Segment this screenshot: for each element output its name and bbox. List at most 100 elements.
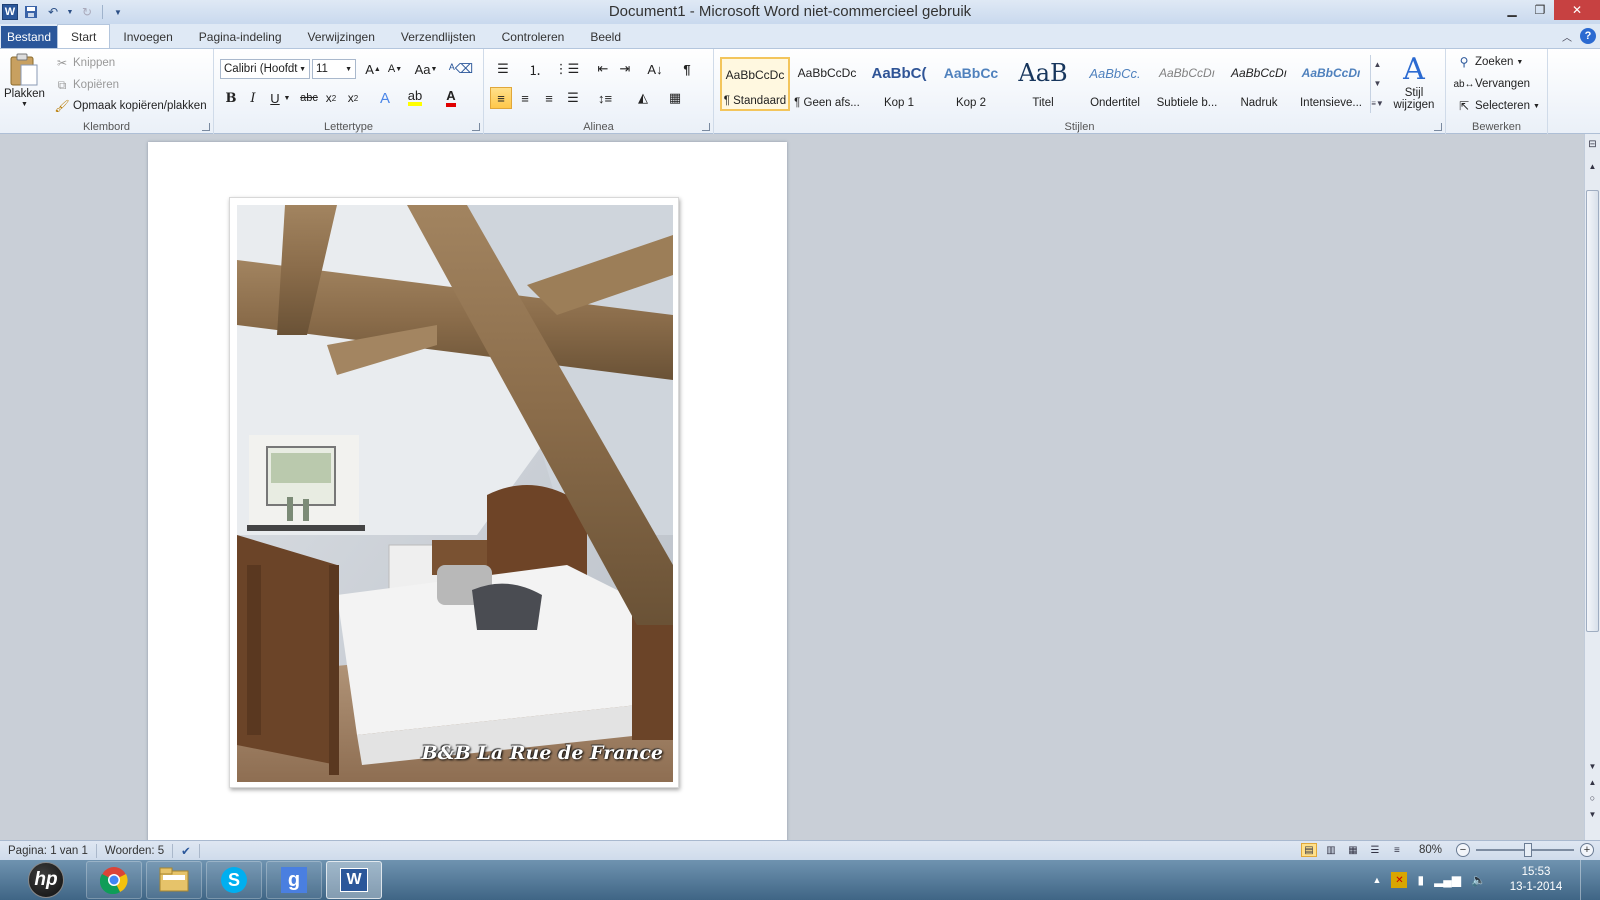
text-effects-icon[interactable]: A — [374, 87, 396, 109]
line-spacing-icon[interactable]: ↕≡ — [594, 87, 616, 109]
ruler-toggle-icon[interactable]: ⊟ — [1585, 136, 1600, 152]
gallery-up-icon[interactable]: ▲ — [1374, 60, 1382, 69]
find-dropdown-icon[interactable]: ▼ — [1516, 59, 1523, 66]
style-subtiele-benadrukking[interactable]: AaBbCcDı Subtiele b... — [1152, 57, 1222, 111]
scroll-down-icon[interactable]: ▼ — [1585, 758, 1600, 774]
paste-button[interactable]: Plakken ▼ — [4, 53, 45, 108]
format-painter-button[interactable]: 🖌 Opmaak kopiëren/plakken — [54, 98, 206, 114]
sort-icon[interactable]: A↓ — [644, 58, 666, 80]
subscript-icon[interactable]: x2 — [320, 87, 342, 109]
select-dropdown-icon[interactable]: ▼ — [1533, 103, 1540, 110]
word-icon[interactable]: W — [326, 861, 382, 899]
increase-indent-icon[interactable]: ⇥ — [614, 58, 636, 80]
battery-icon[interactable]: ▮ — [1417, 873, 1424, 887]
highlight-icon[interactable]: ab — [404, 87, 426, 109]
decrease-indent-icon[interactable]: ⇤ — [592, 58, 614, 80]
tab-page-layout[interactable]: Pagina-indeling — [186, 26, 295, 48]
clear-formatting-icon[interactable]: ᴬ⌫ — [449, 58, 473, 80]
security-icon[interactable]: ✕ — [1391, 872, 1408, 888]
style-geen-afstand[interactable]: AaBbCcDc ¶ Geen afs... — [792, 57, 862, 111]
redo-icon[interactable]: ↻ — [78, 3, 96, 21]
paragraph-launcher-icon[interactable] — [702, 123, 710, 131]
tab-references[interactable]: Verwijzingen — [295, 26, 388, 48]
network-icon[interactable]: ▂▄▆ — [1434, 873, 1461, 887]
proofing-icon[interactable]: ✔ — [173, 843, 200, 858]
bedroom-photo[interactable]: B&B La Rue de France — [237, 205, 673, 782]
customize-qat-icon[interactable]: ▼ — [109, 3, 127, 21]
styles-launcher-icon[interactable] — [1434, 123, 1442, 131]
minimize-button[interactable]: ▁ — [1498, 0, 1526, 20]
undo-dropdown-icon[interactable]: ▼ — [66, 3, 74, 21]
style-ondertitel[interactable]: AaBbCc. Ondertitel — [1080, 57, 1150, 111]
font-size-dropdown-icon[interactable]: ▼ — [345, 66, 352, 73]
borders-icon[interactable]: ▦ — [664, 87, 686, 109]
replace-button[interactable]: ab↔ Vervangen — [1453, 76, 1530, 92]
find-button[interactable]: ⚲ Zoeken ▼ — [1456, 54, 1524, 70]
show-hidden-icons-icon[interactable]: ▲ — [1373, 875, 1382, 885]
style-nadruk[interactable]: AaBbCcDı Nadruk — [1224, 57, 1294, 111]
zoom-slider[interactable] — [1476, 843, 1574, 857]
chrome-icon[interactable] — [86, 861, 142, 899]
font-color-icon[interactable]: A — [440, 87, 462, 109]
skype-icon[interactable]: S — [206, 861, 262, 899]
google-icon[interactable]: g — [266, 861, 322, 899]
style-standaard[interactable]: AaBbCcDc ¶ Standaard — [720, 57, 790, 111]
gallery-more-icon[interactable]: ≡▼ — [1371, 99, 1384, 108]
explorer-icon[interactable] — [146, 861, 202, 899]
page-count[interactable]: Pagina: 1 van 1 — [0, 843, 97, 858]
tab-start[interactable]: Start — [57, 24, 111, 48]
zoom-level[interactable]: 80% — [1419, 844, 1442, 856]
show-formatting-icon[interactable]: ¶ — [676, 58, 698, 80]
document-page[interactable]: B&B La Rue de France — [148, 142, 787, 840]
save-icon[interactable] — [22, 3, 40, 21]
align-center-icon[interactable]: ≡ — [514, 87, 536, 109]
scroll-thumb[interactable] — [1586, 190, 1599, 632]
shrink-font-icon[interactable]: A ▼ — [384, 58, 406, 80]
clock[interactable]: 15:53 13-1-2014 — [1506, 865, 1566, 895]
gallery-down-icon[interactable]: ▼ — [1374, 79, 1382, 88]
tab-view[interactable]: Beeld — [577, 26, 634, 48]
italic-icon[interactable]: I — [242, 87, 264, 109]
tab-insert[interactable]: Invoegen — [110, 26, 185, 48]
strikethrough-icon[interactable]: abc — [298, 87, 320, 109]
style-kop-2[interactable]: AaBbCc Kop 2 — [936, 57, 1006, 111]
word-count[interactable]: Woorden: 5 — [97, 843, 174, 858]
select-button[interactable]: ⇱ Selecteren ▼ — [1456, 98, 1540, 114]
previous-page-icon[interactable]: ▲ — [1585, 774, 1600, 790]
font-size-combo[interactable]: 11 ▼ — [312, 59, 356, 79]
style-kop-1[interactable]: AaBbC( Kop 1 — [864, 57, 934, 111]
cut-button[interactable]: ✂ Knippen — [54, 55, 115, 71]
start-button[interactable]: hp — [28, 862, 64, 898]
style-titel[interactable]: AaB Titel — [1008, 57, 1078, 111]
word-app-icon[interactable]: W — [2, 4, 18, 20]
font-name-combo[interactable]: Calibri (Hoofdt ▼ — [220, 59, 310, 79]
multilevel-list-icon[interactable]: ⋮☰ — [555, 58, 580, 80]
next-page-icon[interactable]: ▼ — [1585, 806, 1600, 822]
print-layout-icon[interactable]: ▤ — [1300, 843, 1317, 857]
show-desktop-button[interactable] — [1580, 860, 1592, 900]
document-area[interactable]: B&B La Rue de France — [0, 134, 1584, 840]
underline-dropdown-icon[interactable]: ▼ — [282, 87, 292, 109]
grow-font-icon[interactable]: A ▲ — [362, 58, 384, 80]
scroll-up-icon[interactable]: ▲ — [1585, 158, 1600, 174]
superscript-icon[interactable]: x2 — [342, 87, 364, 109]
help-icon[interactable]: ? — [1580, 28, 1596, 44]
photo-frame[interactable]: B&B La Rue de France — [229, 197, 679, 788]
bullets-icon[interactable]: ☰ — [492, 58, 514, 80]
zoom-slider-thumb[interactable] — [1524, 843, 1532, 857]
font-launcher-icon[interactable] — [472, 123, 480, 131]
vertical-scrollbar[interactable]: ⊟ ▲ ▼ ▲ ○ ▼ — [1584, 134, 1600, 840]
style-intensieve-nadruk[interactable]: AaBbCcDı Intensieve... — [1296, 57, 1366, 111]
bold-icon[interactable]: B — [220, 87, 242, 109]
paste-dropdown-icon[interactable]: ▼ — [21, 101, 28, 108]
shading-icon[interactable]: ◭ — [632, 87, 654, 109]
undo-icon[interactable]: ↶ — [44, 3, 62, 21]
zoom-out-icon[interactable]: − — [1456, 843, 1470, 857]
change-styles-button[interactable]: A Stijl wijzigen — [1386, 53, 1442, 112]
tab-mailings[interactable]: Verzendlijsten — [388, 26, 489, 48]
numbering-icon[interactable]: ⒈ — [524, 58, 546, 80]
clipboard-launcher-icon[interactable] — [202, 123, 210, 131]
font-name-dropdown-icon[interactable]: ▼ — [299, 66, 306, 73]
full-screen-reading-icon[interactable]: ▥ — [1323, 843, 1339, 857]
outline-view-icon[interactable]: ☰ — [1367, 843, 1383, 857]
